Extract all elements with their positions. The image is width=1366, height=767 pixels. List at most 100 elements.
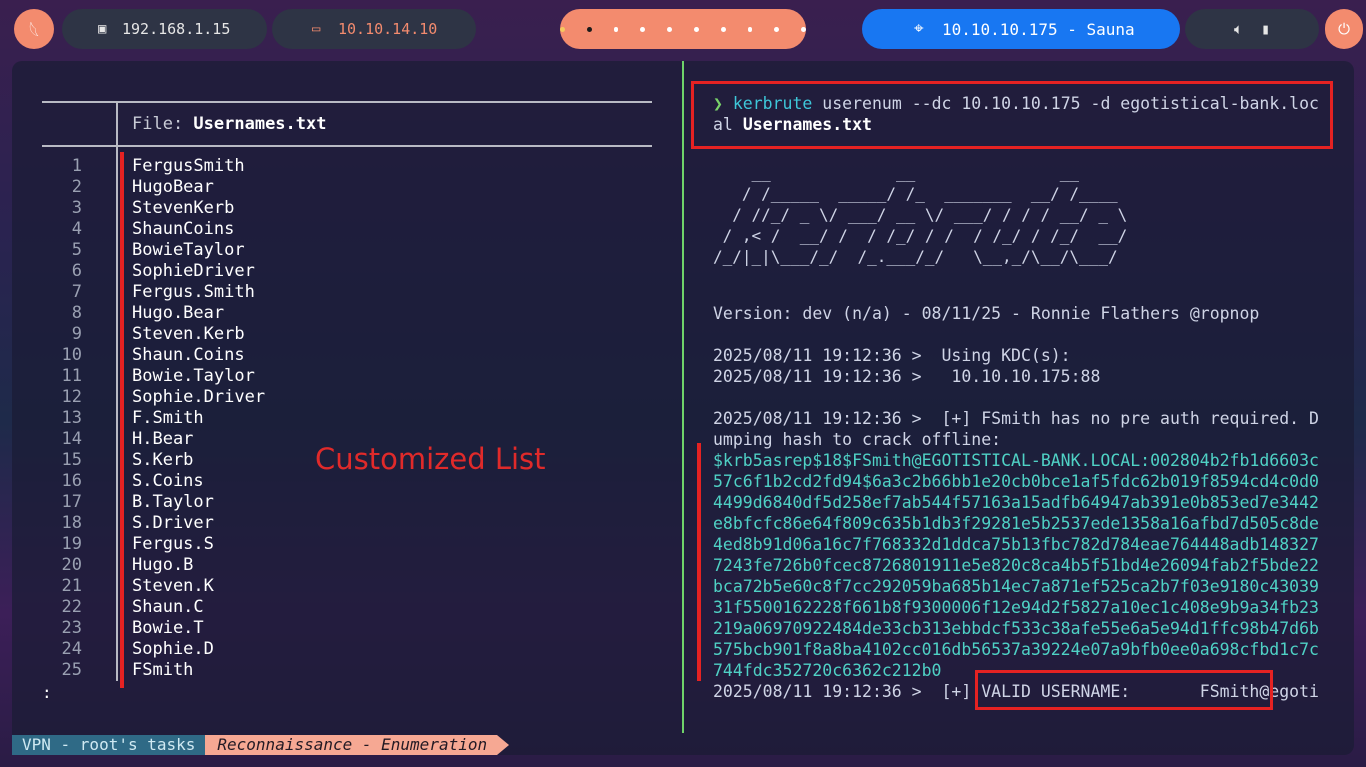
line-text: Steven.Kerb [132,324,245,344]
hash-line: 57c6f1b2cd2fd94$6a3c2b66bb1e20cb0bce1af5… [713,472,1319,491]
highlight-bar-right [697,443,701,681]
line-number: 6 [71,261,82,281]
workspace-9[interactable] [774,26,780,32]
file-line: 2 HugoBear [42,177,265,198]
file-line: 17 B.Taylor [42,492,265,513]
line-text: S.Coins [132,471,204,491]
vpn-ip-text: 10.10.14.10 [338,20,438,38]
hash-line: e8bfcfc86e64f809c635b1db3f29281e5b2537ed… [713,514,1319,533]
file-name: Usernames.txt [193,114,327,134]
target-text: 10.10.10.175 - Sauna [942,19,1135,39]
file-line: 22 Shaun.C [42,597,265,618]
file-line: 21 Steven.K [42,576,265,597]
line-text: Fergus.Smith [132,282,255,302]
file-line: 16 S.Coins [42,471,265,492]
highlight-bar-left [120,152,124,688]
workspace-switcher[interactable] [560,9,806,49]
window-name[interactable]: Reconnaissance - Enumeration [205,735,509,755]
line-text: StevenKerb [132,198,235,218]
file-prefix: File: [132,114,194,134]
line-text: B.Taylor [132,492,214,512]
line-number: 15 [61,450,82,470]
kdc-line-2: 2025/08/11 19:12:36 > 10.10.10.175:88 [713,367,1101,386]
file-line: 4 ShaunCoins [42,219,265,240]
file-line: 8 Hugo.Bear [42,303,265,324]
line-number: 10 [61,345,82,365]
battery-icon[interactable]: ▮ [1261,20,1270,38]
terminal-window[interactable]: File: Usernames.txt 1 FergusSmith 2 HugoBea… [12,61,1354,755]
file-line: 18 S.Driver [42,513,265,534]
line-number: 5 [71,240,82,260]
pane-divider[interactable] [682,61,684,733]
bat-top-rule [42,101,652,103]
file-line: 13 F.Smith [42,408,265,429]
workspace-7[interactable] [720,26,726,32]
workspace-6[interactable] [694,26,699,32]
file-line: 11 Bowie.Taylor [42,366,265,387]
workspace-1[interactable] [560,26,565,32]
workspace-4[interactable] [640,26,646,32]
banner-line: / /_____ _____/ /_ _______ __/ /____ [713,184,1128,203]
valid-username-highlight-box [975,670,1273,710]
line-number: 9 [71,324,82,344]
line-number: 11 [61,366,82,386]
line-number: 2 [71,177,82,197]
line-text: FSmith [132,660,194,680]
file-line: 7 Fergus.Smith [42,282,265,303]
workspace-2[interactable] [586,26,592,32]
hash-line: bca72b5e60c8f7cc292059ba685b14ec7a871ef5… [713,577,1319,596]
system-tray[interactable]: 🔈︎ ▮ [1185,9,1319,49]
line-number: 19 [61,534,82,554]
line-text: ShaunCoins [132,219,235,239]
monitor-icon: ▣ [98,21,107,37]
kali-dragon-icon: 𓆩 [28,22,40,43]
asrep-line-2: umping hash to crack offline: [713,430,1002,449]
hash-line: 4499d6840df5d258ef7ab544f57163a15adfb649… [713,493,1319,512]
workspace-8[interactable] [747,26,753,32]
customized-list-annotation: Customized List [315,442,546,476]
vpn-ip-widget[interactable]: ▭ 10.10.14.10 [272,9,476,49]
kdc-line-1: 2025/08/11 19:12:36 > Using KDC(s): [713,346,1071,365]
line-number: 23 [61,618,82,638]
session-name[interactable]: VPN - root's tasks [12,735,206,755]
workspace-10[interactable] [801,26,806,32]
hash-line: 744fdc352720c6362c212b0 [713,661,942,680]
line-text: SophieDriver [132,261,255,281]
line-text: H.Bear [132,429,194,449]
asrep-line-1: 2025/08/11 19:12:36 > [+] FSmith has no … [713,409,1319,428]
line-text: Sophie.D [132,639,214,659]
line-number: 4 [71,219,82,239]
hash-line: 7243fe726b0fcec8726801911e5e820c8ca4b5f5… [713,556,1319,575]
power-button[interactable]: ⏻ [1325,9,1363,49]
volume-icon[interactable]: 🔈︎ [1234,20,1243,38]
pager-prompt[interactable]: : [42,683,52,702]
workspace-3[interactable] [613,26,619,32]
file-line: 23 Bowie.T [42,618,265,639]
line-text: Bowie.Taylor [132,366,255,386]
line-number: 14 [61,429,82,449]
command-highlight-box [691,81,1333,149]
banner-line: / ,< / __/ / / /_/ / / / /_/ / /_/ __/ [713,226,1128,245]
banner-line: /_/|_|\___/_/ /_.___/_/ \__,_/\__/\___/ [713,247,1128,266]
workspace-5[interactable] [667,26,672,32]
kali-menu-button[interactable]: 𓆩 [14,9,54,49]
line-text: Steven.K [132,576,214,596]
hash-line: $krb5asrep$18$FSmith@EGOTISTICAL-BANK.LO… [713,451,1319,470]
crosshair-icon: ⌖ [914,19,924,39]
file-lines: 1 FergusSmith 2 HugoBear 3 StevenKerb 4 ShaunCo… [42,156,266,681]
local-ip-widget[interactable]: ▣ 192.168.1.15 [62,9,267,49]
line-text: BowieTaylor [132,240,245,260]
line-text: FergusSmith [132,156,245,176]
line-number: 12 [61,387,82,407]
file-line: 12 Sophie.Driver [42,387,266,408]
line-text: Hugo.B [132,555,194,575]
line-number: 20 [61,555,82,575]
line-number: 1 [71,156,82,176]
line-number: 16 [61,471,82,491]
hash-line: 575bcb901f8a8ba4102cc016db56537a39224e07… [713,640,1319,659]
line-text: Sophie.Driver [132,387,266,407]
file-line: 3 StevenKerb [42,198,265,219]
line-text: S.Kerb [132,450,194,470]
bat-file-header: File: Usernames.txt [132,114,326,134]
target-widget[interactable]: ⌖ 10.10.10.175 - Sauna [862,9,1180,49]
